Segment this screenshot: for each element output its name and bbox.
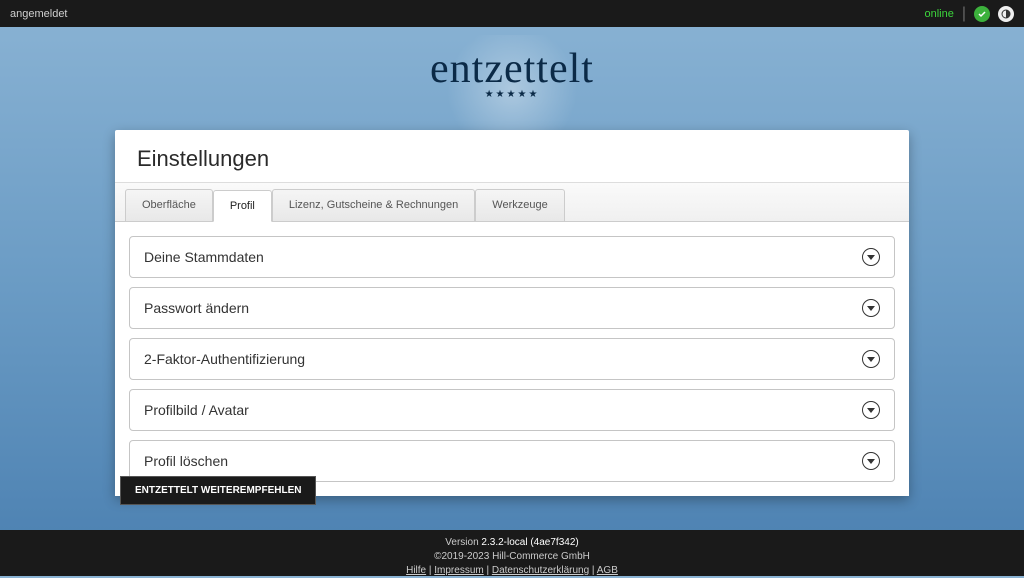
version-value: 2.3.2-local (4ae7f342)	[481, 537, 578, 548]
footer-agb[interactable]: AGB	[597, 565, 618, 576]
tab-profile[interactable]: Profil	[213, 190, 272, 222]
accordion-label: Passwort ändern	[144, 300, 249, 316]
topbar-right: online |	[924, 5, 1014, 23]
accordion-label: 2-Faktor-Authentifizierung	[144, 351, 305, 367]
accordion-twofa[interactable]: 2-Faktor-Authentifizierung	[129, 338, 895, 380]
status-check-icon[interactable]	[974, 6, 990, 22]
footer-datenschutz[interactable]: Datenschutzerklärung	[492, 565, 589, 576]
recommend-button[interactable]: ENTZETTELT WEITEREMPFEHLEN	[120, 476, 316, 505]
footer: Version 2.3.2-local (4ae7f342) ©2019-202…	[0, 530, 1024, 576]
brand-stars-icon: ★★★★★	[0, 89, 1024, 100]
accordion-label: Profil löschen	[144, 453, 228, 469]
chevron-down-icon	[862, 299, 880, 317]
version-line: Version 2.3.2-local (4ae7f342)	[0, 536, 1024, 550]
footer-impressum[interactable]: Impressum	[434, 565, 483, 576]
online-status: online	[924, 8, 953, 20]
accordion-label: Deine Stammdaten	[144, 249, 264, 265]
settings-panel: Einstellungen Oberfläche Profil Lizenz, …	[115, 130, 909, 496]
tab-license[interactable]: Lizenz, Gutscheine & Rechnungen	[272, 189, 475, 221]
chevron-down-icon	[862, 248, 880, 266]
tab-tools[interactable]: Werkzeuge	[475, 189, 564, 221]
tab-content: Deine Stammdaten Passwort ändern 2-Fakto…	[115, 221, 909, 496]
separator: |	[962, 5, 966, 23]
footer-hilfe[interactable]: Hilfe	[406, 565, 426, 576]
accordion-stammdaten[interactable]: Deine Stammdaten	[129, 236, 895, 278]
accordion-label: Profilbild / Avatar	[144, 402, 249, 418]
accordion-avatar[interactable]: Profilbild / Avatar	[129, 389, 895, 431]
accordion-password[interactable]: Passwort ändern	[129, 287, 895, 329]
topbar: angemeldet online |	[0, 0, 1024, 27]
panel-title: Einstellungen	[137, 146, 887, 172]
chevron-down-icon	[862, 452, 880, 470]
chevron-down-icon	[862, 350, 880, 368]
brand-name: entzettelt	[0, 45, 1024, 93]
login-status: angemeldet	[10, 8, 68, 20]
help-toggle-icon[interactable]	[998, 6, 1014, 22]
logo-area: entzettelt ★★★★★	[0, 27, 1024, 100]
tab-surface[interactable]: Oberfläche	[125, 189, 213, 221]
chevron-down-icon	[862, 401, 880, 419]
tabs-bar: Oberfläche Profil Lizenz, Gutscheine & R…	[115, 182, 909, 221]
copyright: ©2019-2023 Hill-Commerce GmbH	[0, 550, 1024, 564]
